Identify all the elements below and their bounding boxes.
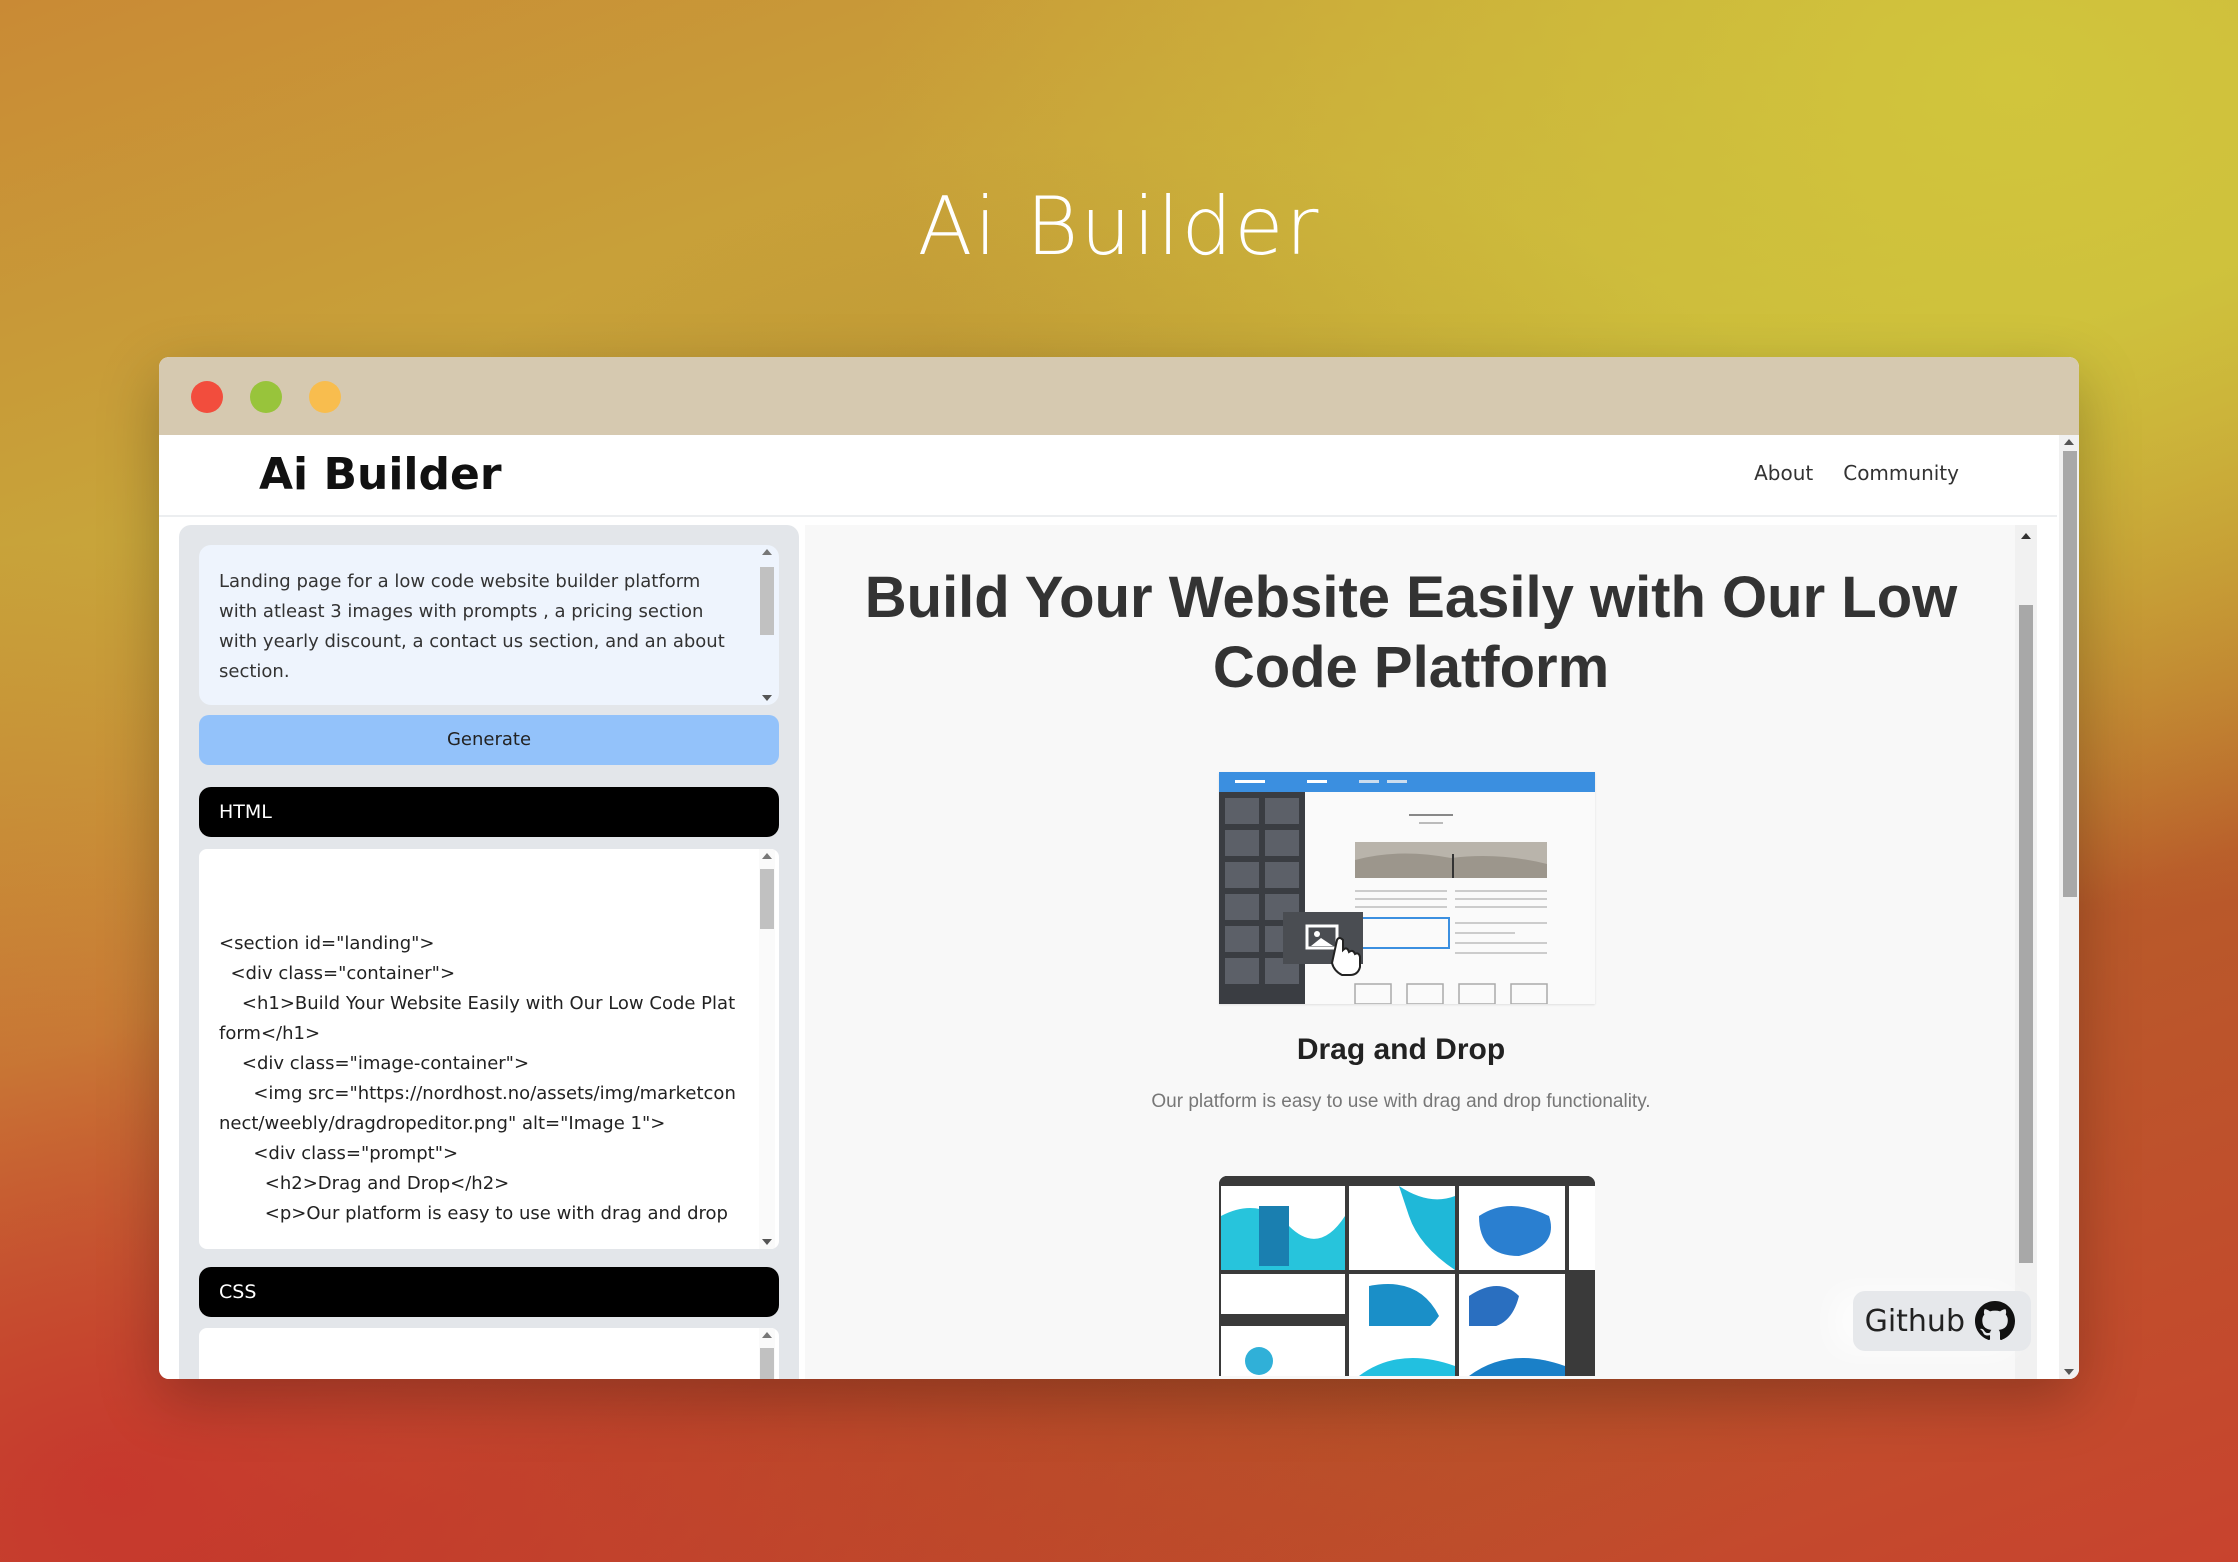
- prompt-scrollbar[interactable]: [759, 545, 775, 705]
- browser-window: Ai Builder About Community Landing page …: [159, 357, 2079, 1379]
- scrollbar-thumb[interactable]: [760, 1348, 774, 1379]
- github-label: Github: [1864, 1303, 1965, 1339]
- scroll-up-icon[interactable]: [762, 853, 772, 859]
- scroll-up-icon[interactable]: [2064, 439, 2074, 445]
- css-scrollbar[interactable]: [759, 1328, 775, 1379]
- drag-drop-illustration: [1219, 772, 1595, 1004]
- hero-title: Ai Builder: [917, 180, 1321, 273]
- nav-link-community[interactable]: Community: [1843, 461, 1959, 485]
- presentation-templates-image: [1219, 1176, 1595, 1376]
- scroll-down-icon[interactable]: [2064, 1369, 2074, 1375]
- app-page: Ai Builder About Community Landing page …: [159, 435, 2079, 1379]
- scroll-down-icon[interactable]: [762, 1239, 772, 1245]
- preview-scrollbar[interactable]: [2015, 525, 2037, 1379]
- nav-links: About Community: [1754, 461, 1959, 485]
- css-section-header: CSS: [199, 1267, 779, 1317]
- editor-panel: Landing page for a low code website buil…: [179, 525, 799, 1379]
- minimize-window-button[interactable]: [250, 381, 282, 413]
- preview-title: Build Your Website Easily with Our Low C…: [864, 565, 1958, 700]
- css-code-editor[interactable]: [199, 1328, 779, 1379]
- brand-logo[interactable]: Ai Builder: [259, 449, 502, 500]
- scroll-up-icon[interactable]: [762, 549, 772, 555]
- templates-illustration: [1219, 1176, 1595, 1376]
- scrollbar-thumb[interactable]: [760, 567, 774, 635]
- html-section-header: HTML: [199, 787, 779, 837]
- close-window-button[interactable]: [191, 381, 223, 413]
- navbar: Ai Builder About Community: [159, 435, 2057, 517]
- prompt-textarea[interactable]: Landing page for a low code website buil…: [199, 545, 779, 705]
- preview-frame: Build Your Website Easily with Our Low C…: [805, 525, 2037, 1379]
- scrollbar-thumb[interactable]: [2019, 605, 2033, 1263]
- preview-card-title: Drag and Drop: [1296, 1033, 1506, 1066]
- html-scrollbar[interactable]: [759, 849, 775, 1249]
- generate-button[interactable]: Generate: [199, 715, 779, 765]
- maximize-window-button[interactable]: [309, 381, 341, 413]
- page-scrollbar[interactable]: [2059, 435, 2079, 1379]
- scroll-down-icon[interactable]: [762, 695, 772, 701]
- github-icon: [1975, 1301, 2015, 1341]
- scroll-up-icon[interactable]: [762, 1332, 772, 1338]
- scrollbar-thumb[interactable]: [2063, 451, 2077, 897]
- html-code-text: <section id="landing"> <div class="conta…: [219, 933, 736, 1224]
- html-code-editor[interactable]: <section id="landing"> <div class="conta…: [199, 849, 779, 1249]
- scroll-up-icon[interactable]: [2021, 533, 2031, 539]
- drag-drop-editor-image: [1219, 772, 1595, 1004]
- prompt-text: Landing page for a low code website buil…: [219, 571, 725, 682]
- github-button[interactable]: Github: [1852, 1291, 2031, 1351]
- nav-link-about[interactable]: About: [1754, 461, 1813, 485]
- window-titlebar: [159, 357, 2079, 435]
- preview-card-text: Our platform is easy to use with drag an…: [1151, 1091, 1651, 1112]
- scrollbar-thumb[interactable]: [760, 869, 774, 929]
